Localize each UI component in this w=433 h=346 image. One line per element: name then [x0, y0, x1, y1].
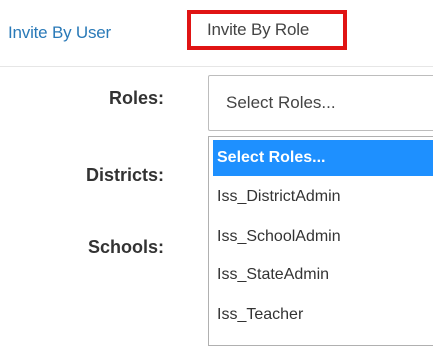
tab-invite-by-role[interactable]: Invite By Role: [187, 10, 347, 50]
dropdown-option-teacher[interactable]: Iss_Teacher: [209, 297, 433, 333]
roles-label: Roles:: [108, 88, 164, 108]
dropdown-option-school-admin[interactable]: Iss_SchoolAdmin: [209, 219, 433, 255]
districts-label: Districts:: [85, 165, 164, 185]
dropdown-option-select-roles[interactable]: Select Roles...: [213, 140, 433, 176]
dropdown-option-state-admin[interactable]: Iss_StateAdmin: [209, 257, 433, 293]
tab-invite-by-user[interactable]: Invite By User: [8, 23, 111, 43]
dropdown-option-district-admin[interactable]: Iss_DistrictAdmin: [209, 179, 433, 215]
tab-invite-by-role-label: Invite By Role: [207, 20, 310, 39]
schools-label: Schools:: [87, 237, 164, 257]
roles-select[interactable]: Select Roles...: [208, 75, 433, 131]
invite-tabs: Invite By User Invite By Role: [0, 0, 433, 67]
roles-select-value: Select Roles...: [226, 93, 336, 112]
roles-dropdown-list: Select Roles... Iss_DistrictAdmin Iss_Sc…: [208, 136, 433, 346]
